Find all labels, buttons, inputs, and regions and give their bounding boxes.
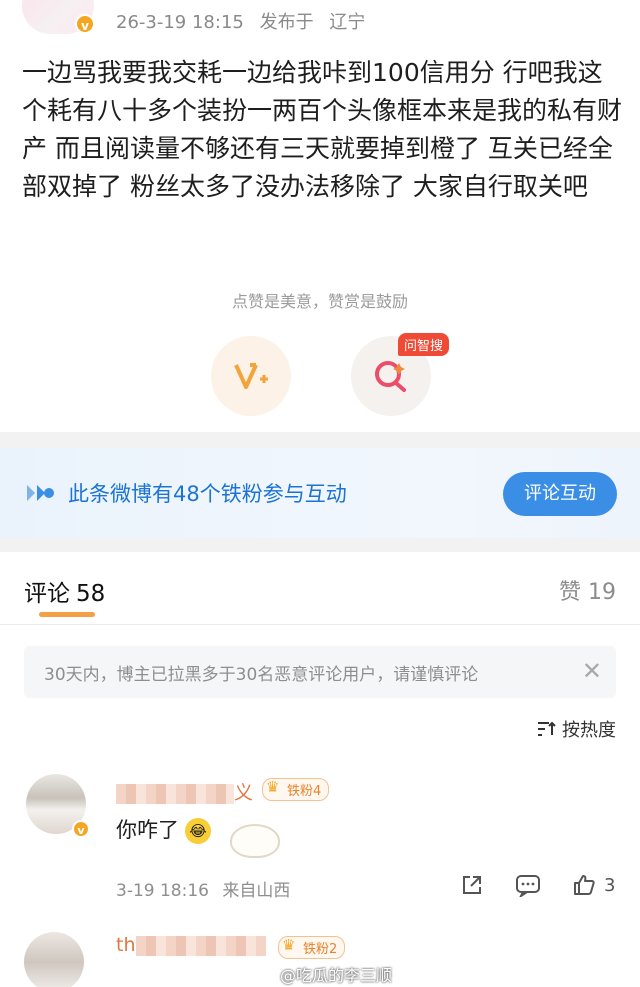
- post-text: 一边骂我要我交耗一边给我咔到100信用分 行吧我这个耗有八十多个装扮一两百个头像…: [22, 58, 623, 201]
- share-button[interactable]: [460, 873, 484, 897]
- tab-indicator: [39, 612, 95, 617]
- blurred-name: [116, 783, 234, 804]
- crown-icon: ♛: [282, 936, 296, 954]
- post-header: v 26-3-19 18:15 发布于 辽宁: [0, 0, 640, 40]
- post-published-label: 发布于: [259, 12, 314, 33]
- section-divider: [0, 432, 640, 448]
- share-icon: [463, 876, 481, 894]
- reward-button[interactable]: [211, 336, 291, 416]
- sort-toggle[interactable]: 按热度: [536, 716, 616, 742]
- post-location: 辽宁: [329, 12, 366, 33]
- laugh-emoji-icon: 😂: [185, 818, 211, 844]
- comment-date: 3-19 18:16: [116, 881, 209, 901]
- comment-text: 你咋了 😂: [116, 814, 211, 844]
- like-button[interactable]: 3: [572, 873, 615, 897]
- blurred-name: [135, 935, 266, 956]
- comments-tab[interactable]: 评论 58: [24, 574, 105, 608]
- post-meta: 26-3-19 18:15 发布于 辽宁: [116, 8, 375, 34]
- tab-divider: [0, 624, 640, 625]
- notice-text: 30天内，博主已拉黑多于30名恶意评论用户，请谨慎评论: [44, 665, 479, 685]
- comment-text-content: 你咋了: [116, 818, 179, 842]
- fans-bar-text: 此条微博有48个铁粉参与互动: [68, 482, 347, 506]
- post-date: 26-3-19 18:15: [116, 12, 244, 33]
- comments-count: 58: [76, 581, 106, 607]
- comment-interact-button[interactable]: 评论互动: [503, 472, 617, 516]
- section-divider: [0, 538, 640, 552]
- sort-label: 按热度: [562, 720, 616, 741]
- thumbs-up-icon: [574, 875, 595, 895]
- comment-bubble-icon: [516, 875, 540, 897]
- comment-meta: 3-19 18:16 来自山西: [116, 876, 298, 901]
- crown-icon: ♛: [266, 778, 280, 796]
- likes-tab[interactable]: 赞 19: [559, 574, 616, 606]
- fan-level-badge: ♛ 铁粉4: [262, 778, 330, 801]
- fan-level-label: 铁粉4: [287, 784, 322, 799]
- encourage-text: 点赞是美意，赞赏是鼓励: [231, 292, 408, 311]
- comment-location: 来自山西: [222, 881, 291, 901]
- watermark: @吃瓜的李三顺: [280, 966, 393, 985]
- fans-arrow-icon: [27, 485, 54, 501]
- like-count: 3: [604, 874, 616, 896]
- commenter-name[interactable]: th: [116, 934, 266, 956]
- commenter-name[interactable]: 义: [116, 778, 253, 805]
- commenter-name-prefix: th: [116, 934, 136, 956]
- ask-badge: 问智搜: [398, 333, 450, 356]
- reward-v-icon: [234, 363, 268, 389]
- commenter-name-suffix: 义: [234, 782, 254, 804]
- fans-interaction-bar: 此条微博有48个铁粉参与互动 评论互动: [0, 448, 640, 538]
- sticker-icon: [230, 824, 280, 858]
- search-sparkle-icon: [375, 361, 406, 392]
- block-notice: 30天内，博主已拉黑多于30名恶意评论用户，请谨慎评论 ✕: [24, 646, 616, 698]
- commenter-avatar[interactable]: [24, 932, 84, 987]
- close-icon[interactable]: ✕: [582, 658, 602, 684]
- fan-level-badge: ♛ 铁粉2: [278, 936, 346, 959]
- verified-badge-icon: v: [72, 820, 90, 838]
- fan-level-label: 铁粉2: [303, 942, 338, 957]
- reply-button[interactable]: [515, 873, 541, 897]
- verified-badge-icon: v: [75, 14, 95, 34]
- comments-tab-label: 评论: [24, 581, 70, 607]
- sort-icon: [538, 721, 556, 736]
